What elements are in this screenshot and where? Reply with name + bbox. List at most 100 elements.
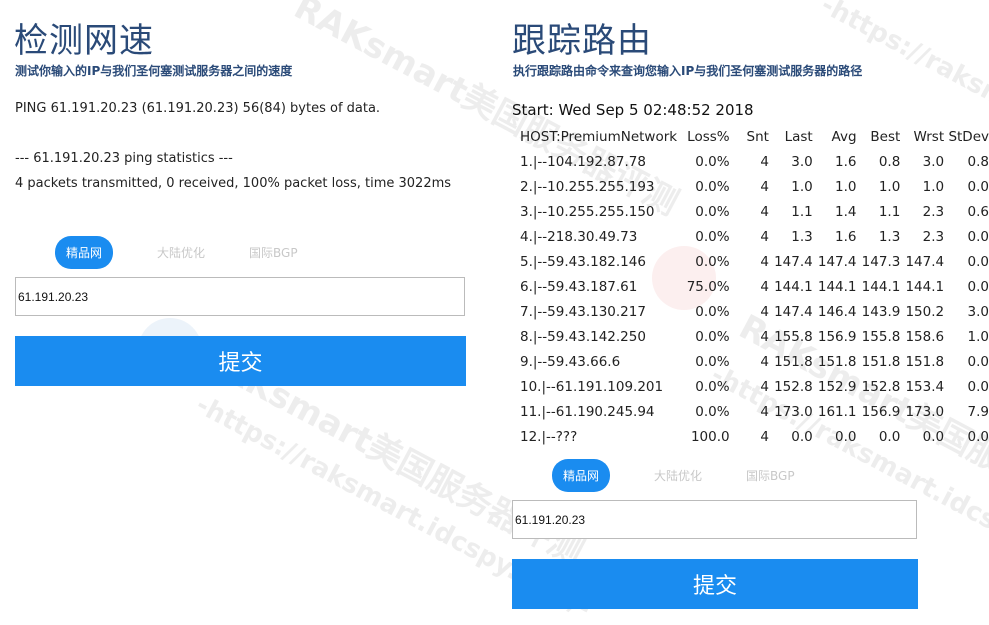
cell-host: 6.|--59.43.187.61 — [520, 278, 638, 295]
cell-loss: 0.0% — [695, 153, 730, 170]
table-row: 6.|--59.43.187.61 75.0% 4 144.1 144.1 144.1 14… — [512, 274, 989, 299]
speed-test-submit-button[interactable]: 提交 — [15, 336, 466, 386]
cell-loss: 100.0 — [690, 428, 730, 445]
cell-last: 173.0 — [774, 403, 813, 420]
cell-stdev: 0.0 — [967, 178, 989, 195]
cell-best: 143.9 — [861, 303, 901, 320]
table-row: 3.|--10.255.255.150 0.0% 4 1.1 1.4 1.1 2.3 0.6 — [512, 199, 989, 224]
cell-stdev: 0.0 — [967, 378, 989, 395]
cell-loss: 0.0% — [695, 253, 730, 270]
tab-international-bgp[interactable]: 国际BGP — [249, 244, 298, 261]
traceroute-ip-input[interactable] — [515, 501, 914, 538]
cell-stdev: 0.0 — [967, 228, 989, 245]
ping-output-line: 4 packets transmitted, 0 received, 100% … — [15, 176, 452, 191]
cell-last: 151.8 — [774, 353, 813, 370]
table-header-row: HOST:PremiumNetwork Loss% Snt Last Avg B… — [512, 124, 989, 149]
cell-snt: 4 — [760, 178, 769, 195]
cell-host: 11.|--61.190.245.94 — [520, 403, 655, 420]
cell-snt: 4 — [760, 278, 769, 295]
cell-snt: 4 — [760, 403, 769, 420]
cell-snt: 4 — [760, 428, 769, 445]
cell-best: 147.3 — [861, 253, 901, 270]
tab-premium-network[interactable]: 精品网 — [55, 236, 114, 269]
cell-loss: 0.0% — [695, 328, 730, 345]
cell-avg: 1.6 — [835, 228, 857, 245]
column-header-loss: Loss% — [687, 128, 730, 145]
cell-host: 12.|--??? — [520, 428, 578, 445]
cell-best: 1.0 — [878, 178, 901, 195]
cell-stdev: 1.0 — [967, 328, 989, 345]
speed-test-ip-input[interactable] — [18, 278, 462, 315]
cell-snt: 4 — [760, 253, 769, 270]
cell-last: 155.8 — [774, 328, 813, 345]
traceroute-title: 跟踪路由 — [512, 21, 652, 61]
cell-avg: 146.4 — [817, 303, 857, 320]
cell-last: 152.8 — [774, 378, 813, 395]
cell-best: 156.9 — [861, 403, 901, 420]
cell-best: 0.8 — [878, 153, 901, 170]
cell-best: 155.8 — [861, 328, 901, 345]
column-header-stdev: StDev — [948, 128, 989, 145]
cell-avg: 0.0 — [835, 428, 857, 445]
cell-wrst: 3.0 — [922, 153, 945, 170]
table-row: 8.|--59.43.142.250 0.0% 4 155.8 156.9 155.8 15… — [512, 324, 989, 349]
cell-wrst: 0.0 — [922, 428, 945, 445]
cell-avg: 1.4 — [835, 203, 857, 220]
cell-best: 144.1 — [861, 278, 901, 295]
cell-stdev: 3.0 — [967, 303, 989, 320]
cell-avg: 144.1 — [817, 278, 857, 295]
cell-avg: 161.1 — [817, 403, 857, 420]
cell-avg: 1.0 — [835, 178, 857, 195]
column-header-avg: Avg — [831, 128, 857, 145]
speed-test-tabs: 精品网 大陆优化 国际BGP — [55, 236, 342, 269]
cell-wrst: 151.8 — [905, 353, 945, 370]
cell-snt: 4 — [760, 303, 769, 320]
cell-last: 147.4 — [774, 303, 813, 320]
speed-test-title: 检测网速 — [14, 21, 154, 61]
cell-last: 147.4 — [774, 253, 813, 270]
cell-last: 144.1 — [774, 278, 813, 295]
speed-test-ip-field — [15, 277, 465, 316]
cell-best: 152.8 — [861, 378, 901, 395]
cell-wrst: 2.3 — [922, 228, 945, 245]
speed-test-subtitle: 测试你输入的IP与我们圣何塞测试服务器之间的速度 — [15, 64, 293, 78]
cell-stdev: 0.6 — [967, 203, 989, 220]
table-row: 7.|--59.43.130.217 0.0% 4 147.4 146.4 143.9 15… — [512, 299, 989, 324]
cell-host: 10.|--61.191.109.201 — [520, 378, 664, 395]
cell-loss: 0.0% — [695, 178, 730, 195]
cell-loss: 0.0% — [695, 403, 730, 420]
tab-international-bgp[interactable]: 国际BGP — [746, 467, 795, 484]
cell-host: 4.|--218.30.49.73 — [520, 228, 638, 245]
cell-wrst: 150.2 — [905, 303, 945, 320]
cell-host: 7.|--59.43.130.217 — [520, 303, 646, 320]
cell-avg: 1.6 — [835, 153, 857, 170]
traceroute-submit-button[interactable]: 提交 — [512, 559, 918, 609]
table-row: 4.|--218.30.49.73 0.0% 4 1.3 1.6 1.3 2.3 0.0 — [512, 224, 989, 249]
tab-mainland-optimized[interactable]: 大陆优化 — [157, 244, 205, 261]
cell-stdev: 0.8 — [967, 153, 989, 170]
cell-avg: 156.9 — [817, 328, 857, 345]
cell-last: 1.3 — [791, 228, 813, 245]
traceroute-subtitle: 执行跟踪路由命令来查询您输入IP与我们圣何塞测试服务器的路径 — [513, 64, 863, 78]
cell-loss: 0.0% — [695, 303, 730, 320]
tab-premium-network[interactable]: 精品网 — [552, 459, 611, 492]
cell-avg: 151.8 — [817, 353, 857, 370]
cell-best: 151.8 — [861, 353, 901, 370]
cell-host: 3.|--10.255.255.150 — [520, 203, 655, 220]
traceroute-tabs: 精品网 大陆优化 国际BGP — [552, 459, 839, 492]
cell-host: 5.|--59.43.182.146 — [520, 253, 646, 270]
cell-wrst: 147.4 — [905, 253, 945, 270]
cell-avg: 147.4 — [817, 253, 857, 270]
cell-snt: 4 — [760, 203, 769, 220]
cell-last: 1.0 — [791, 178, 813, 195]
tab-mainland-optimized[interactable]: 大陆优化 — [654, 467, 702, 484]
cell-loss: 0.0% — [695, 378, 730, 395]
column-header-snt: Snt — [746, 128, 769, 145]
cell-last: 1.1 — [791, 203, 813, 220]
traceroute-table: HOST:PremiumNetwork Loss% Snt Last Avg B… — [512, 124, 989, 449]
cell-stdev: 0.0 — [967, 353, 989, 370]
cell-wrst: 173.0 — [905, 403, 945, 420]
cell-snt: 4 — [760, 378, 769, 395]
table-row: 11.|--61.190.245.94 0.0% 4 173.0 161.1 156.9 1… — [512, 399, 989, 424]
cell-last: 0.0 — [791, 428, 813, 445]
